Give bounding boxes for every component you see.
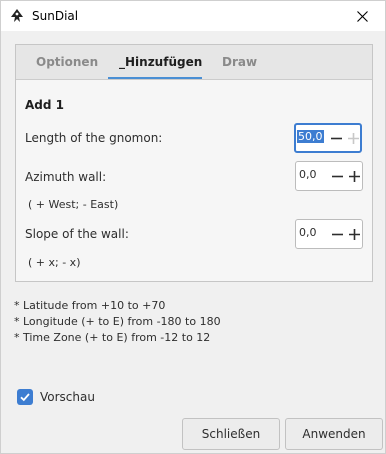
dialog-window: SunDial Optionen _Hinzufügen Draw Add 1 … [0, 0, 386, 454]
azimuth-spinbox[interactable]: 0,0 [295, 161, 363, 191]
gnomon-value[interactable]: 50,0 [297, 130, 324, 143]
azimuth-increment-button[interactable] [346, 162, 362, 190]
close-button[interactable]: Schließen [182, 418, 280, 450]
close-window-button[interactable] [339, 1, 385, 31]
gnomon-increment-button[interactable] [345, 125, 361, 151]
slope-spinbox[interactable]: 0,0 [295, 219, 363, 249]
window-title: SunDial [32, 9, 79, 23]
section-title: Add 1 [25, 98, 64, 112]
active-tab-indicator [108, 77, 202, 79]
gnomon-spinbox[interactable]: 50,0 [294, 123, 362, 153]
minus-icon [331, 233, 343, 235]
inkscape-logo-icon [10, 9, 24, 23]
minus-icon [331, 175, 343, 177]
apply-button[interactable]: Anwenden [285, 418, 383, 450]
azimuth-label: Azimuth wall: [25, 170, 107, 184]
minus-icon [330, 137, 342, 139]
slope-value[interactable]: 0,0 [299, 226, 317, 239]
azimuth-value[interactable]: 0,0 [299, 168, 317, 181]
preview-label[interactable]: Vorschau [40, 390, 95, 404]
tab-draw[interactable]: Draw [222, 55, 257, 69]
plus-icon [348, 170, 360, 182]
tab-optionen[interactable]: Optionen [36, 55, 98, 69]
gnomon-label: Length of the gnomon: [25, 131, 163, 145]
azimuth-hint: ( + West; - East) [28, 198, 119, 211]
tab-bar: Optionen _Hinzufügen Draw [16, 45, 372, 80]
slope-label: Slope of the wall: [25, 227, 129, 241]
info-longitude: * Longitude (+ to E) from -180 to 180 [14, 315, 221, 328]
close-icon [356, 10, 368, 22]
title-bar: SunDial [1, 1, 385, 31]
slope-hint: ( + x; - x) [28, 256, 81, 269]
info-timezone: * Time Zone (+ to E) from -12 to 12 [14, 331, 211, 344]
slope-increment-button[interactable] [346, 220, 362, 248]
azimuth-decrement-button[interactable] [329, 162, 345, 190]
gnomon-decrement-button[interactable] [328, 125, 344, 151]
tab-panel: Optionen _Hinzufügen Draw Add 1 Length o… [15, 44, 373, 282]
info-latitude: * Latitude from +10 to +70 [14, 299, 166, 312]
plus-icon [347, 132, 359, 144]
preview-checkbox[interactable] [17, 389, 33, 405]
checkmark-icon [20, 393, 30, 402]
plus-icon [348, 228, 360, 240]
slope-decrement-button[interactable] [329, 220, 345, 248]
tab-hinzufuegen[interactable]: _Hinzufügen [119, 55, 202, 69]
